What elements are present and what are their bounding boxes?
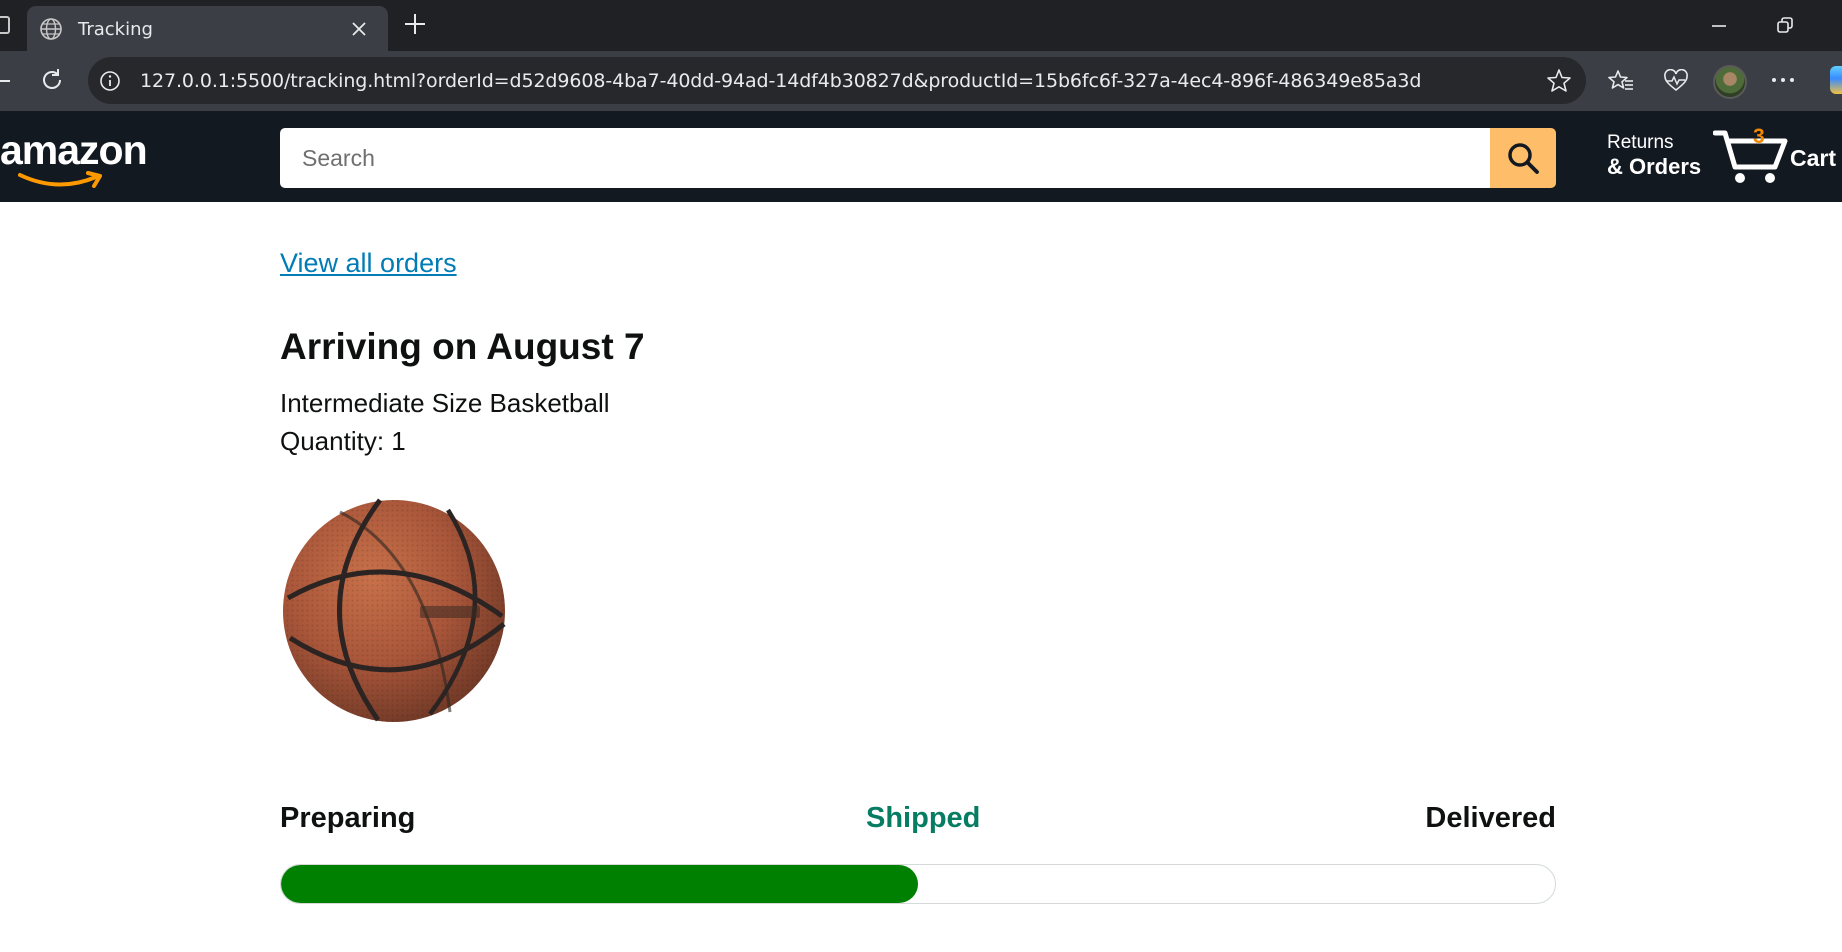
product-quantity: Quantity: 1 xyxy=(280,426,406,456)
tab-title: Tracking xyxy=(78,19,153,40)
view-all-orders-link[interactable]: View all orders xyxy=(280,248,457,279)
basketball-image xyxy=(283,498,506,722)
status-preparing: Preparing xyxy=(280,802,416,834)
profile-avatar[interactable] xyxy=(1713,65,1747,99)
product-name: Intermediate Size Basketball xyxy=(280,388,610,418)
progress-bar-fill xyxy=(281,865,918,903)
progress-bar xyxy=(280,864,1556,904)
back-arrow-icon[interactable] xyxy=(0,69,16,93)
search-input[interactable] xyxy=(280,128,1490,188)
favorites-icon[interactable] xyxy=(1608,69,1634,93)
returns-label: Returns xyxy=(1607,132,1674,153)
status-delivered: Delivered xyxy=(1425,802,1556,834)
progress-labels: Preparing Shipped Delivered xyxy=(280,802,1556,842)
globe-icon xyxy=(40,18,62,40)
cart-label: Cart xyxy=(1790,145,1837,171)
search-button[interactable] xyxy=(1490,128,1556,188)
status-shipped: Shipped xyxy=(866,802,981,834)
url-text[interactable]: 127.0.0.1:5500/tracking.html?orderId=d52… xyxy=(140,70,1421,92)
browser-tab-bar: Tracking xyxy=(0,0,1842,51)
copilot-icon[interactable] xyxy=(1830,66,1842,94)
browser-essentials-heart-icon[interactable] xyxy=(1663,69,1689,93)
address-bar[interactable]: 127.0.0.1:5500/tracking.html?orderId=d52… xyxy=(88,57,1586,104)
orders-label: & Orders xyxy=(1607,154,1702,179)
new-tab-plus-icon[interactable] xyxy=(403,12,427,36)
returns-orders-link[interactable]: Returns & Orders xyxy=(1607,132,1701,180)
search-bar xyxy=(280,128,1556,188)
tab-actions-icon[interactable] xyxy=(0,16,10,34)
cart-icon xyxy=(1713,130,1788,183)
reload-icon[interactable] xyxy=(38,66,66,94)
site-info-icon[interactable] xyxy=(99,70,121,92)
close-icon[interactable] xyxy=(349,19,369,39)
browser-toolbar: 127.0.0.1:5500/tracking.html?orderId=d52… xyxy=(0,51,1842,111)
logo-text: amazon xyxy=(0,127,148,173)
browser-tab[interactable]: Tracking xyxy=(27,6,388,51)
minimize-window-icon[interactable] xyxy=(1707,14,1731,38)
cart-link[interactable]: 3 Cart xyxy=(1713,123,1838,185)
cart-count-badge: 3 xyxy=(1753,125,1765,148)
favorite-star-icon[interactable] xyxy=(1546,68,1572,94)
site-header: amazon Returns & Orders 3 Cart xyxy=(0,111,1842,202)
search-icon xyxy=(1508,143,1539,174)
amazon-logo[interactable]: amazon xyxy=(0,127,160,188)
delivery-date-heading: Arriving on August 7 xyxy=(280,326,645,367)
amazon-smile-icon xyxy=(18,171,102,188)
more-options-icon[interactable] xyxy=(1771,76,1795,84)
restore-window-icon[interactable] xyxy=(1773,14,1797,38)
